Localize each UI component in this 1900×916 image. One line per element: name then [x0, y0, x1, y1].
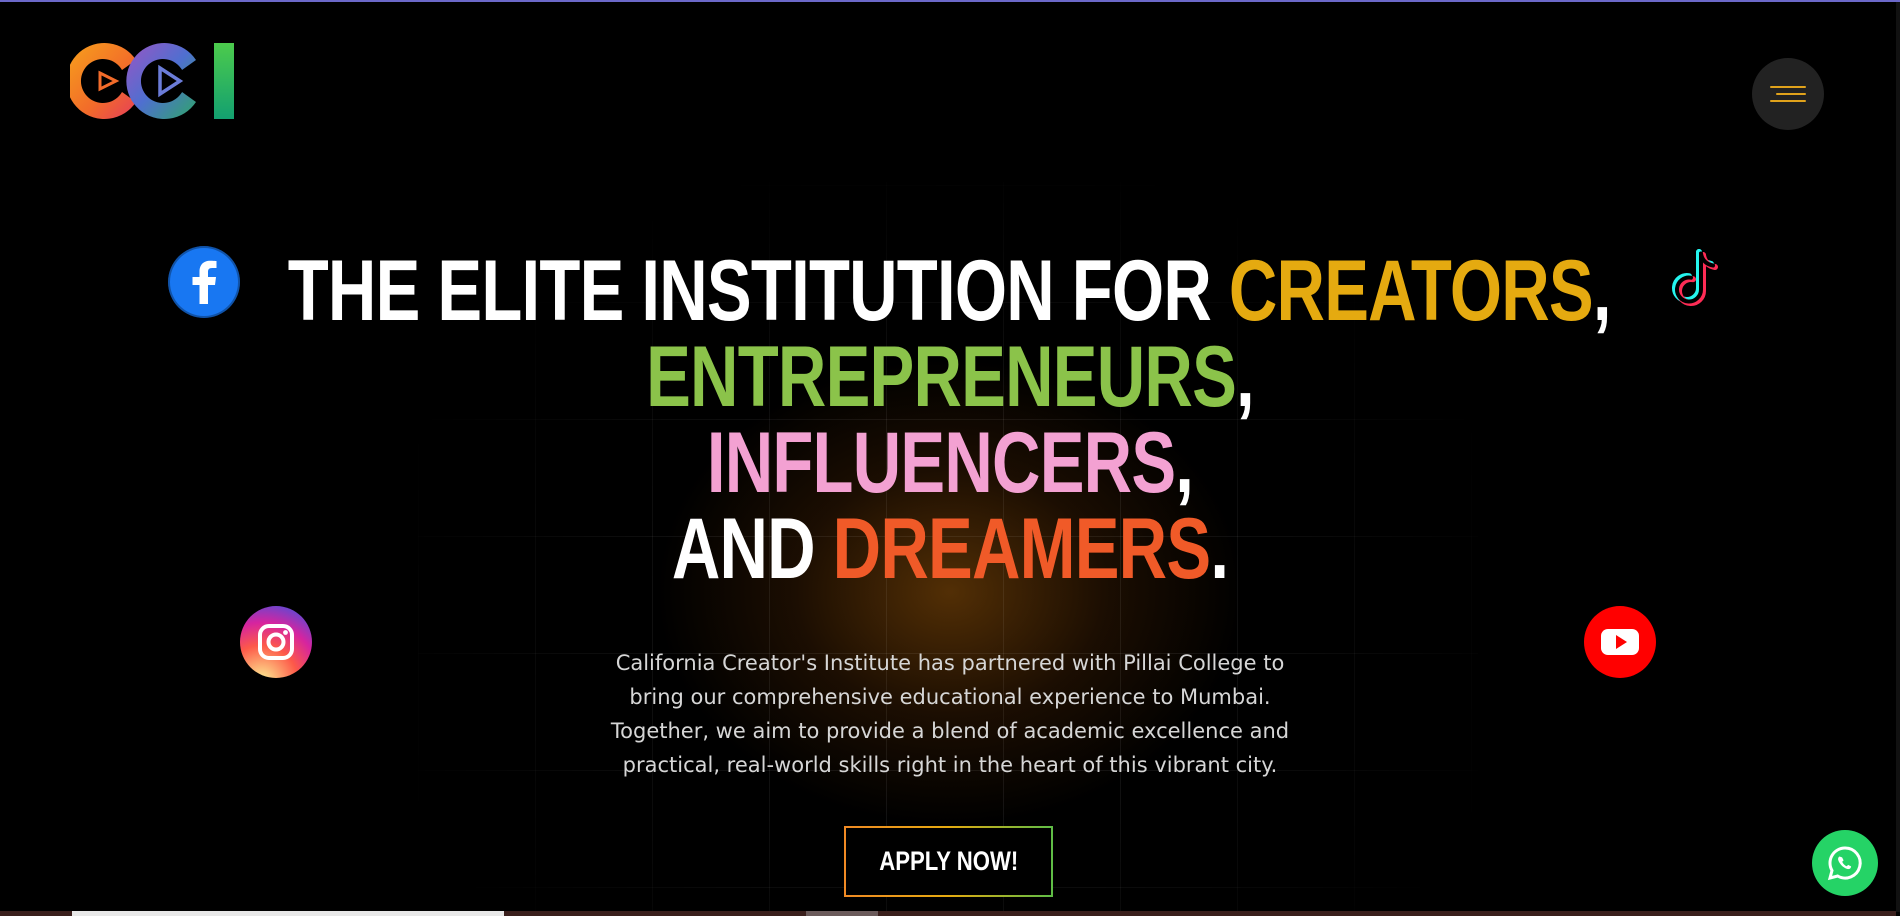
hamburger-line: [1776, 93, 1806, 95]
headline-text: THE ELITE INSTITUTION FOR: [287, 243, 1229, 339]
headline-punctuation: ,: [1175, 415, 1194, 511]
headline-entrepreneurs: ENTREPRENEURS: [646, 329, 1237, 425]
hamburger-line: [1770, 100, 1806, 102]
headline-line-3: INFLUENCERS,: [209, 420, 1691, 506]
description-line: bring our comprehensive educational expe…: [629, 685, 1271, 709]
scrollbar-segment: [806, 911, 878, 916]
hero-description: California Creator's Institute has partn…: [600, 646, 1300, 782]
scrollbar-thumb[interactable]: [72, 911, 504, 916]
headline-line-1: THE ELITE INSTITUTION FOR CREATORS,: [207, 248, 1691, 334]
instagram-icon: [258, 624, 294, 660]
headline-punctuation: .: [1210, 501, 1229, 597]
headline-influencers: INFLUENCERS: [706, 415, 1176, 511]
apply-now-label: APPLY NOW!: [878, 846, 1019, 876]
youtube-icon: [1601, 629, 1639, 655]
hero-section: THE ELITE INSTITUTION FOR CREATORS, ENTR…: [0, 2, 1900, 916]
headline-creators: CREATORS: [1228, 243, 1594, 339]
description-line: Together, we aim to provide a blend of a…: [610, 719, 1290, 743]
youtube-link[interactable]: [1584, 606, 1656, 678]
description-line: practical, real-world skills right in th…: [622, 753, 1278, 777]
vertical-scrollbar[interactable]: [1896, 2, 1900, 912]
description-line: California Creator's Institute has partn…: [615, 651, 1285, 675]
whatsapp-icon: [1827, 846, 1862, 881]
hero-headline: THE ELITE INSTITUTION FOR CREATORS, ENTR…: [209, 248, 1691, 592]
headline-punctuation: ,: [1236, 329, 1255, 425]
instagram-link[interactable]: [240, 606, 312, 678]
headline-punctuation: ,: [1592, 243, 1612, 339]
apply-now-button[interactable]: APPLY NOW!: [844, 826, 1053, 897]
cci-logo[interactable]: [66, 40, 240, 122]
whatsapp-button[interactable]: [1812, 830, 1878, 896]
headline-line-4: AND DREAMERS.: [209, 506, 1691, 592]
headline-text: AND: [671, 501, 833, 597]
headline-dreamers: DREAMERS: [832, 501, 1211, 597]
menu-button[interactable]: [1752, 58, 1824, 130]
hamburger-menu-icon: [1770, 86, 1806, 88]
horizontal-scrollbar[interactable]: [0, 911, 1896, 916]
logo-mark: [66, 42, 234, 119]
headline-line-2: ENTREPRENEURS,: [209, 334, 1691, 420]
